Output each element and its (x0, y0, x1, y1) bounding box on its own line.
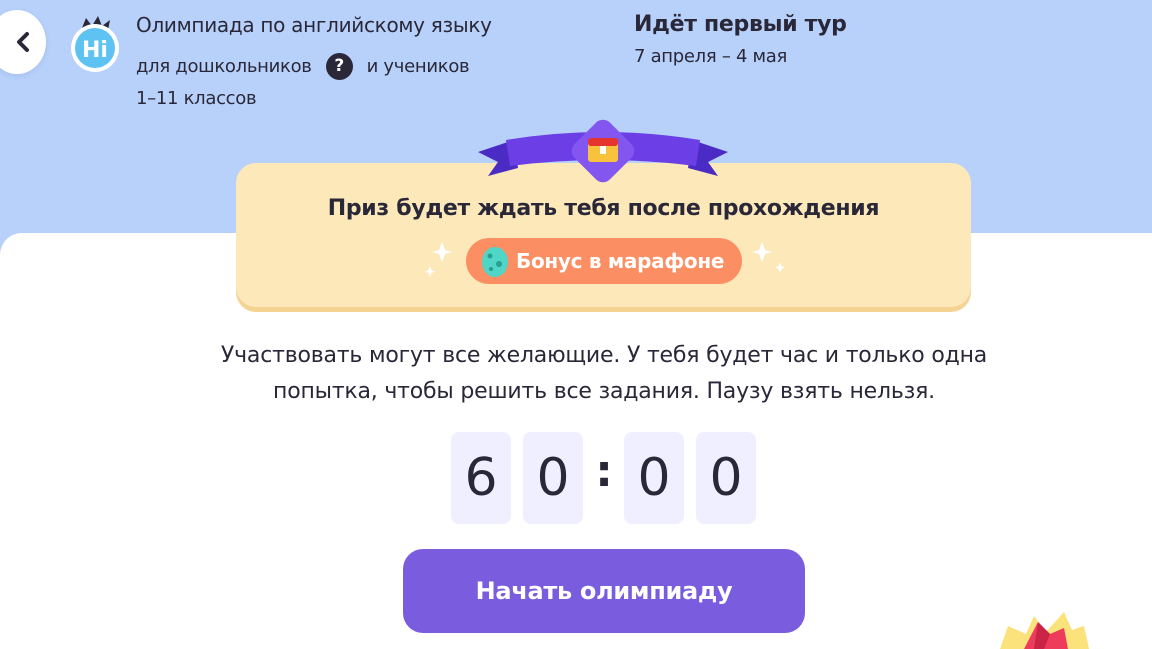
timer-digit-1: 6 (451, 432, 511, 524)
bonus-label: Бонус в марафоне (516, 249, 725, 273)
start-olympiad-button[interactable]: Начать олимпиаду (403, 549, 805, 633)
olympiad-audience: для дошкольников ? и учеников (136, 52, 470, 80)
round-status: Идёт первый тур (634, 12, 847, 37)
description-line-1: Участвовать могут все желающие. У тебя б… (220, 343, 988, 368)
egg-icon (482, 247, 508, 277)
bonus-marathon-button[interactable]: Бонус в марафоне (466, 238, 742, 284)
back-button[interactable] (0, 10, 46, 74)
help-icon[interactable]: ? (325, 52, 353, 80)
sparkle-left-icon (425, 242, 452, 277)
timer-digit-2: 0 (523, 432, 583, 524)
description-line-2: попытка, чтобы решить все задания. Паузу… (273, 379, 935, 404)
sparkle-right-icon (752, 242, 785, 273)
timer-digit-4: 0 (696, 432, 756, 524)
olympiad-title: Олимпиада по английскому языку (136, 13, 492, 37)
audience-preschool: для дошкольников (136, 55, 312, 77)
audience-grades: 1–11 классов (136, 88, 257, 109)
audience-students: и учеников (366, 55, 470, 77)
timer-digit-3: 0 (624, 432, 684, 524)
logo-text: Hi (82, 38, 108, 63)
olympiad-description: Участвовать могут все желающие. У тебя б… (120, 338, 1088, 410)
gift-decoration-icon (1000, 612, 1089, 649)
timer-separator: : (595, 446, 613, 497)
ribbon-banner (478, 119, 728, 183)
prize-text: Приз будет ждать тебя после прохождения (327, 196, 880, 221)
treasure-chest-icon (571, 119, 635, 183)
chevron-left-icon (17, 32, 29, 52)
round-dates: 7 апреля – 4 мая (634, 46, 788, 67)
hi-logo-icon: Hi (71, 16, 119, 72)
